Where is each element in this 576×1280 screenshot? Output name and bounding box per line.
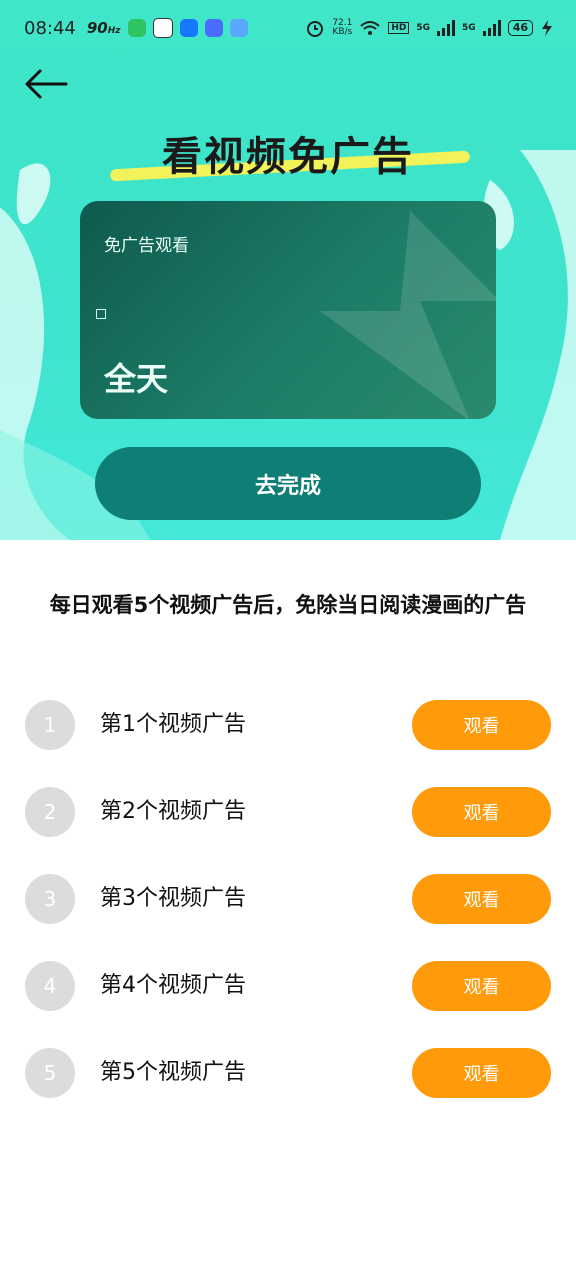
watch-button[interactable]: 观看: [412, 961, 551, 1011]
net-speed: 72.1 KB/s: [332, 18, 353, 37]
task-label: 第1个视频广告: [100, 712, 246, 737]
card-label: 免广告观看: [104, 236, 189, 256]
signal-5g-2: 5G: [462, 23, 476, 33]
qq-app-icon: [152, 18, 173, 38]
back-button[interactable]: [22, 64, 70, 104]
watch-button[interactable]: 观看: [412, 1048, 551, 1098]
hero-banner: 08:44 90Hz 72.1KB/s HD 5G 5G 46 看视频免广告: [0, 0, 576, 540]
watch-button[interactable]: 观看: [412, 700, 551, 750]
shield-app-icon: [229, 19, 248, 37]
signal-bars-icon-2: [482, 20, 501, 36]
task-label: 第4个视频广告: [100, 973, 246, 998]
signal-5g-1: 5G: [416, 23, 431, 33]
description-text: 每日观看5个视频广告后，免除当日阅读漫画的广告: [49, 593, 527, 617]
watch-button[interactable]: 观看: [412, 874, 551, 924]
refresh-rate: 90Hz: [86, 19, 121, 37]
task-label: 第5个视频广告: [100, 1060, 246, 1085]
task-label: 第2个视频广告: [100, 799, 246, 824]
watch-button[interactable]: 观看: [412, 787, 551, 837]
task-row: 2 第2个视频广告 观看: [0, 787, 576, 837]
charging-icon: [542, 20, 552, 36]
back-arrow-icon: [25, 69, 68, 99]
status-bar: 08:44 90Hz 72.1 KB/s HD 5G 5G 46: [0, 0, 576, 56]
task-number: 2: [25, 787, 75, 837]
task-number: 1: [25, 700, 75, 750]
task-row: 1 第1个视频广告 观看: [0, 700, 576, 750]
hd-icon: HD: [388, 22, 410, 34]
battery-indicator: 46: [507, 20, 533, 36]
task-row: 5 第5个视频广告 观看: [0, 1048, 576, 1098]
signal-bars-icon: [437, 20, 456, 36]
ad-free-card: 免广告观看 全天: [80, 201, 496, 419]
card-small-icon: [96, 309, 106, 319]
task-row: 4 第4个视频广告 观看: [0, 961, 576, 1011]
cloud-app-icon: [204, 19, 223, 37]
alipay-app-icon: [179, 19, 198, 37]
task-number: 5: [25, 1048, 75, 1098]
hero-title: 看视频免广告: [0, 124, 576, 182]
task-label: 第3个视频广告: [100, 886, 246, 911]
message-app-icon: [127, 19, 146, 37]
wifi-icon: [360, 21, 381, 35]
complete-button[interactable]: 去完成: [95, 447, 481, 520]
bolt-icon: [320, 211, 496, 419]
alarm-icon: [307, 21, 324, 37]
task-number: 4: [25, 961, 75, 1011]
status-time: 08:44: [24, 17, 76, 39]
task-row: 3 第3个视频广告 观看: [0, 874, 576, 924]
card-value: 全天: [104, 360, 169, 398]
task-number: 3: [25, 874, 75, 924]
